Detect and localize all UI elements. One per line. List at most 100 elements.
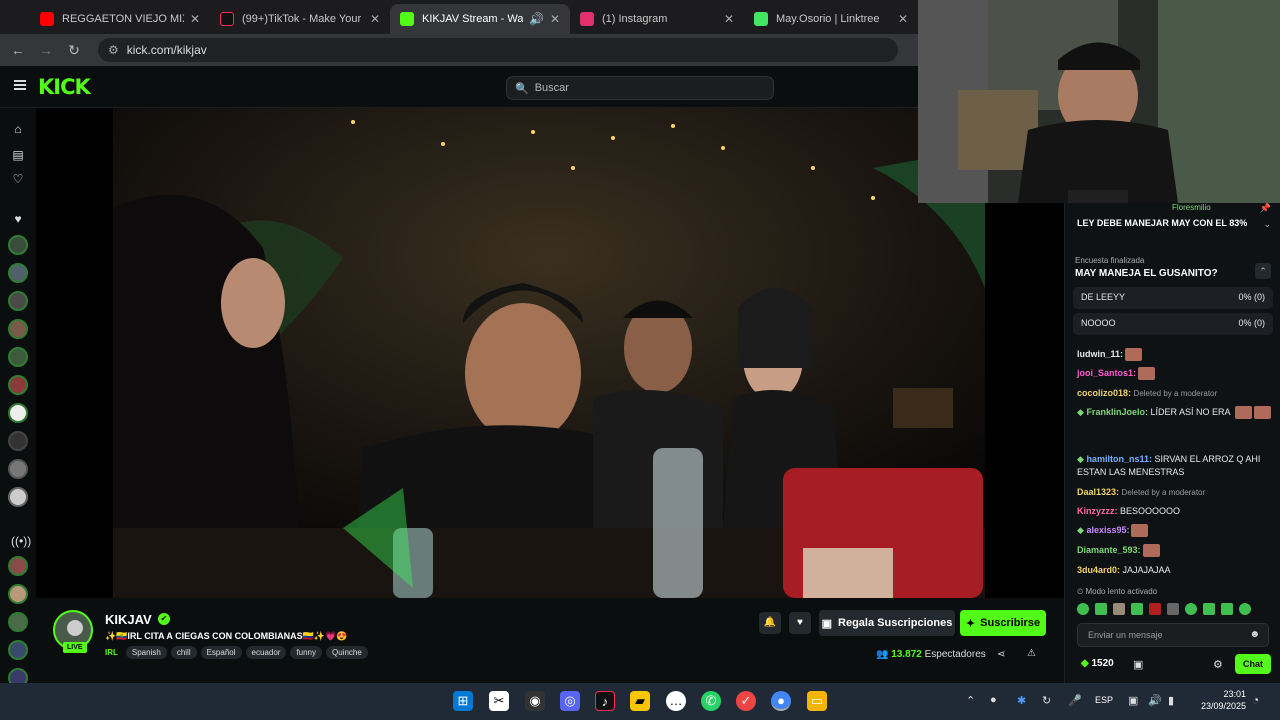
close-icon[interactable]: ✕	[190, 12, 200, 26]
kick-logo[interactable]: KICK	[38, 75, 91, 99]
gift-icon[interactable]: ▣	[1133, 658, 1143, 671]
chevron-up-icon[interactable]: ⌃	[966, 694, 975, 707]
avatar[interactable]	[8, 487, 28, 507]
clock[interactable]: 23:01 23/09/2025	[1190, 688, 1246, 712]
language-indicator[interactable]: ESP	[1095, 695, 1113, 705]
chat-message[interactable]: ludwin_11:	[1077, 348, 1273, 362]
browser-tab-linktree[interactable]: May.Osorio | Linktree ✕	[744, 4, 918, 34]
battery-icon[interactable]: ▮	[1168, 694, 1174, 707]
reload-icon[interactable]: ↻	[60, 42, 88, 59]
chat-username[interactable]: ludwin_11:	[1077, 349, 1123, 359]
menu-icon[interactable]	[14, 80, 26, 90]
poll-option[interactable]: DE LEEYY 0% (0)	[1073, 287, 1273, 309]
emote[interactable]	[1113, 603, 1125, 615]
close-icon[interactable]: ✕	[724, 12, 734, 26]
microphone-icon[interactable]: 🎤	[1068, 694, 1082, 707]
tag[interactable]: chill	[170, 646, 197, 659]
search-input[interactable]: 🔍 Buscar	[506, 76, 774, 100]
following-heart-icon[interactable]: ♡	[11, 172, 25, 186]
forward-icon[interactable]: →	[32, 42, 60, 58]
follow-button[interactable]: ♥	[789, 612, 811, 634]
emote[interactable]	[1131, 603, 1143, 615]
avatar[interactable]	[8, 291, 28, 311]
home-icon[interactable]: ⌂	[11, 122, 25, 136]
tag[interactable]: Quinche	[326, 646, 368, 659]
gift-subs-button[interactable]: ▣ Regala Suscripciones	[819, 610, 955, 636]
chevron-down-icon[interactable]: ⌄	[1263, 219, 1271, 230]
tag[interactable]: Spanish	[125, 646, 167, 659]
back-icon[interactable]: ←	[4, 42, 32, 58]
browse-icon[interactable]: ▤	[11, 148, 25, 162]
emote[interactable]	[1077, 603, 1089, 615]
avatar[interactable]	[8, 431, 28, 451]
video-player[interactable]	[36, 108, 1064, 598]
chat-message[interactable]: cocolizo018: Deleted by a moderator	[1077, 387, 1273, 400]
heart-icon[interactable]: ♥	[11, 212, 25, 226]
chat-message[interactable]: Diamante_593:	[1077, 544, 1273, 558]
browser-tab-youtube[interactable]: REGGAETON VIEJO MIX ✕	[30, 4, 210, 34]
tag[interactable]: Español	[200, 646, 242, 659]
avatar[interactable]	[8, 347, 28, 367]
share-icon[interactable]: ⋖	[997, 649, 1005, 660]
emote[interactable]	[1185, 603, 1197, 615]
avatar[interactable]	[8, 640, 28, 660]
bluetooth-icon[interactable]: ✱	[1017, 694, 1026, 707]
subscribe-button[interactable]: ✦ Suscribirse	[960, 610, 1046, 636]
chat-username[interactable]: hamilton_ns11:	[1086, 454, 1152, 464]
sticky-notes-icon[interactable]: ▰	[630, 691, 650, 711]
capcut-icon[interactable]: ✂	[489, 691, 509, 711]
tag[interactable]: funny	[290, 646, 323, 659]
speaker-icon[interactable]: 🔊	[529, 12, 544, 26]
chat-message[interactable]: ◆ FranklinJoelo: LÍDER ASÍ NO ERA	[1077, 406, 1273, 420]
chat-send-button[interactable]: Chat	[1235, 654, 1271, 674]
emote[interactable]	[1167, 603, 1179, 615]
chat-username[interactable]: Kinzyzzz:	[1077, 506, 1118, 516]
browser-tab-tiktok[interactable]: (99+)TikTok - Make Your Day ✕	[210, 4, 390, 34]
pinned-message[interactable]: Floresmilio LEY DEBE MANEJAR MAY CON EL …	[1077, 203, 1273, 247]
avatar[interactable]	[8, 556, 28, 576]
notifications-bell-button[interactable]: 🔔	[759, 612, 781, 634]
emote[interactable]	[1095, 603, 1107, 615]
emote[interactable]	[1239, 603, 1251, 615]
report-icon[interactable]: ⚠	[1027, 648, 1036, 659]
avatar[interactable]	[8, 403, 28, 423]
chat-username[interactable]: FranklinJoelo:	[1086, 407, 1148, 417]
discord-icon[interactable]: ◎	[560, 691, 580, 711]
chat-username[interactable]: Diamante_593:	[1077, 545, 1141, 555]
notifications-icon[interactable]: ◔	[1252, 693, 1259, 707]
browser-tab-kick[interactable]: KIKJAV Stream - Watch Li 🔊 ✕	[390, 4, 570, 34]
tasks-icon[interactable]: ✓	[736, 691, 756, 711]
avatar[interactable]	[8, 584, 28, 604]
obs-icon[interactable]: ◉	[525, 691, 545, 711]
emote[interactable]	[1221, 603, 1233, 615]
avatar[interactable]	[8, 375, 28, 395]
category-link[interactable]: IRL	[105, 648, 118, 657]
network-icon[interactable]: ▣	[1128, 694, 1138, 707]
chat-message[interactable]: Kinzyzzz: BESOOOOOO	[1077, 505, 1273, 518]
emote[interactable]	[1149, 603, 1161, 615]
chat-message[interactable]: ◆ alexiss95:	[1077, 524, 1273, 538]
site-info-icon[interactable]: ⚙	[108, 43, 119, 57]
chat-app-icon[interactable]: …	[666, 691, 686, 711]
channel-points[interactable]: ◆ 1520	[1081, 658, 1114, 669]
browser-tab-instagram[interactable]: (1) Instagram ✕	[570, 4, 744, 34]
tag[interactable]: ecuador	[245, 646, 287, 659]
chat-username[interactable]: 3du4ard0:	[1077, 565, 1120, 575]
chat-message[interactable]: jooi_Santos1:	[1077, 367, 1273, 381]
avatar[interactable]	[8, 263, 28, 283]
avatar[interactable]	[8, 235, 28, 255]
tiktok-icon[interactable]: ♪	[595, 691, 615, 711]
chat-message[interactable]: ◆ hamilton_ns11: SIRVAN EL ARROZ Q AHI E…	[1077, 453, 1273, 479]
close-icon[interactable]: ✕	[550, 12, 560, 26]
sync-icon[interactable]: ↻	[1042, 694, 1051, 707]
channel-name[interactable]: KIKJAV	[105, 612, 152, 627]
avatar[interactable]	[8, 612, 28, 632]
tray-app-icon[interactable]: ●	[990, 694, 997, 706]
chat-input[interactable]: Enviar un mensaje ☻	[1077, 623, 1269, 647]
avatar[interactable]	[8, 319, 28, 339]
chrome-icon[interactable]: ●	[771, 691, 791, 711]
chat-username[interactable]: alexiss95:	[1086, 525, 1129, 535]
avatar[interactable]	[8, 459, 28, 479]
chat-username[interactable]: Daal1323:	[1077, 487, 1119, 497]
windows-start-icon[interactable]: ⊞	[453, 691, 473, 711]
